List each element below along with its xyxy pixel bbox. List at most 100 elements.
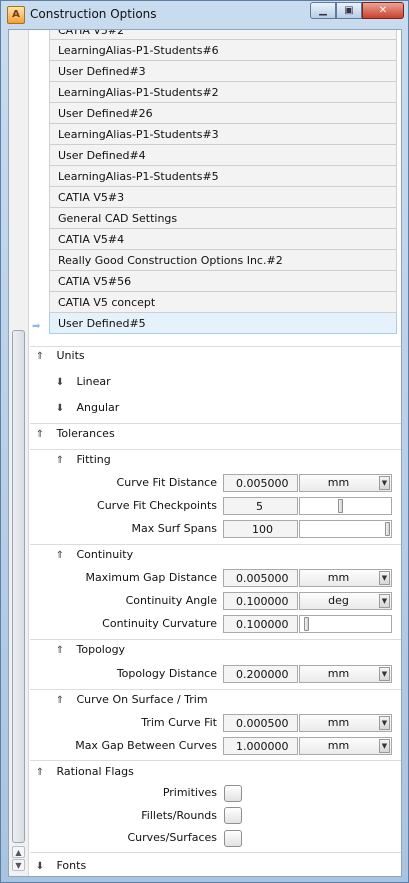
dropdown-arrow-icon[interactable]: ▼ (379, 667, 390, 681)
divider (30, 852, 401, 853)
curve-fit-checkpoints-field[interactable]: 5 (223, 497, 298, 515)
curve-fit-distance-label: Curve Fit Distance (116, 476, 217, 489)
fillets-rounds-label: Fillets/Rounds (141, 809, 217, 822)
slider-thumb[interactable] (338, 499, 343, 513)
list-item[interactable]: CATIA V5#4 (49, 229, 397, 250)
vertical-scrollbar[interactable]: ▲ ▼ (9, 30, 29, 876)
dropdown-arrow-icon[interactable]: ▼ (379, 594, 390, 608)
maximum-gap-distance-field[interactable]: 0.005000 (223, 569, 298, 587)
collapse-icon[interactable]: ⇑ (53, 547, 67, 565)
list-item[interactable]: LearningAlias-P1-Students#6 (49, 40, 397, 61)
close-button[interactable]: ✕ (362, 2, 404, 19)
collapse-icon[interactable]: ⇑ (53, 452, 67, 470)
maximize-button[interactable]: ▣ (336, 2, 362, 19)
list-item[interactable]: CATIA V5 concept (49, 292, 397, 313)
trim-curve-fit-field[interactable]: 0.000500 (223, 714, 298, 732)
topology-distance-unit-select[interactable]: mm ▼ (299, 665, 392, 683)
units-header[interactable]: ⇑ Units (33, 347, 85, 365)
scrollbar-thumb[interactable] (12, 330, 25, 843)
max-gap-between-curves-field[interactable]: 1.000000 (223, 737, 298, 755)
topology-header[interactable]: ⇑ Topology (53, 641, 125, 659)
list-item[interactable]: LearningAlias-P1-Students#5 (49, 166, 397, 187)
continuity-header[interactable]: ⇑ Continuity (53, 546, 133, 564)
scroll-down-arrow-icon[interactable]: ▼ (12, 859, 25, 871)
fitting-header[interactable]: ⇑ Fitting (53, 451, 111, 469)
tolerances-label: Tolerances (56, 427, 115, 440)
tolerances-header[interactable]: ⇑ Tolerances (33, 425, 115, 443)
dropdown-arrow-icon[interactable]: ▼ (379, 476, 390, 490)
title-bar[interactable]: A Construction Options ▁ ▣ ✕ (1, 1, 408, 28)
unit-value: mm (327, 667, 350, 680)
continuity-angle-unit-select[interactable]: deg ▼ (299, 592, 392, 610)
topology-distance-label: Topology Distance (116, 667, 217, 680)
list-item[interactable]: CATIA V5#56 (49, 271, 397, 292)
max-surf-spans-slider[interactable] (299, 520, 392, 538)
maximum-gap-distance-label: Maximum Gap Distance (85, 571, 217, 584)
rational-flags-label: Rational Flags (56, 765, 134, 778)
continuity-angle-field[interactable]: 0.100000 (223, 592, 298, 610)
list-item[interactable]: Really Good Construction Options Inc.#2 (49, 250, 397, 271)
topology-label: Topology (76, 643, 126, 656)
divider (30, 449, 401, 450)
curve-fit-distance-field[interactable]: 0.005000 (223, 474, 298, 492)
max-surf-spans-label: Max Surf Spans (131, 522, 218, 535)
topology-distance-field[interactable]: 0.200000 (223, 665, 298, 683)
collapse-icon[interactable]: ⇑ (33, 764, 47, 782)
curve-fit-checkpoints-slider[interactable] (299, 497, 392, 515)
curve-fit-distance-unit-select[interactable]: mm ▼ (299, 474, 392, 492)
list-item[interactable]: User Defined#26 (49, 103, 397, 124)
maximum-gap-distance-unit-select[interactable]: mm ▼ (299, 569, 392, 587)
dropdown-arrow-icon[interactable]: ▼ (379, 739, 390, 753)
expand-icon[interactable]: ⬇ (53, 374, 67, 392)
continuity-label: Continuity (76, 548, 134, 561)
fonts-header[interactable]: ⬇ Fonts (33, 857, 86, 875)
primitives-label: Primitives (162, 786, 217, 799)
dropdown-arrow-icon[interactable]: ▼ (379, 716, 390, 730)
linear-row[interactable]: ⬇ Linear (53, 373, 111, 391)
fillets-rounds-checkbox[interactable] (224, 807, 242, 824)
primitives-checkbox[interactable] (224, 785, 242, 802)
trim-curve-fit-label: Trim Curve Fit (141, 716, 217, 729)
units-label: Units (56, 349, 85, 362)
continuity-curvature-slider[interactable] (299, 615, 392, 633)
curves-surfaces-label: Curves/Surfaces (127, 831, 217, 844)
divider (30, 346, 401, 347)
selection-arrow-icon: ➡ (32, 321, 41, 332)
minimize-button[interactable]: ▁ (310, 2, 336, 19)
list-item[interactable]: CATIA V5#2 (49, 30, 397, 40)
dropdown-arrow-icon[interactable]: ▼ (379, 571, 390, 585)
collapse-icon[interactable]: ⇑ (33, 426, 47, 444)
collapse-icon[interactable]: ⇑ (53, 692, 67, 710)
scroll-up-arrow-icon[interactable]: ▲ (12, 846, 25, 858)
expand-icon[interactable]: ⬇ (33, 858, 47, 876)
divider (30, 760, 401, 761)
curves-surfaces-checkbox[interactable] (224, 830, 242, 847)
unit-value: mm (327, 716, 350, 729)
expand-icon[interactable]: ⬇ (53, 400, 67, 418)
max-surf-spans-field[interactable]: 100 (223, 520, 298, 538)
trim-curve-fit-unit-select[interactable]: mm ▼ (299, 714, 392, 732)
list-item[interactable]: LearningAlias-P1-Students#2 (49, 82, 397, 103)
fonts-label: Fonts (56, 859, 87, 872)
curve-on-surface-header[interactable]: ⇑ Curve On Surface / Trim (53, 691, 208, 709)
list-item[interactable]: General CAD Settings (49, 208, 397, 229)
list-item[interactable]: LearningAlias-P1-Students#3 (49, 124, 397, 145)
collapse-icon[interactable]: ⇑ (53, 642, 67, 660)
window-title: Construction Options (30, 7, 157, 21)
divider (30, 639, 401, 640)
rational-flags-header[interactable]: ⇑ Rational Flags (33, 763, 134, 781)
max-gap-between-curves-unit-select[interactable]: mm ▼ (299, 737, 392, 755)
fitting-label: Fitting (76, 453, 111, 466)
list-item-selected[interactable]: User Defined#5 (49, 313, 397, 334)
divider (30, 423, 401, 424)
continuity-curvature-field[interactable]: 0.100000 (223, 615, 298, 633)
slider-thumb[interactable] (385, 522, 390, 536)
collapse-icon[interactable]: ⇑ (33, 348, 47, 366)
list-item[interactable]: User Defined#3 (49, 61, 397, 82)
angular-row[interactable]: ⬇ Angular (53, 399, 119, 417)
list-item[interactable]: CATIA V5#3 (49, 187, 397, 208)
slider-thumb[interactable] (304, 617, 309, 631)
presets-list: CATIA V5#2 LearningAlias-P1-Students#6 U… (49, 30, 397, 334)
list-item[interactable]: User Defined#4 (49, 145, 397, 166)
unit-value: mm (327, 476, 350, 489)
